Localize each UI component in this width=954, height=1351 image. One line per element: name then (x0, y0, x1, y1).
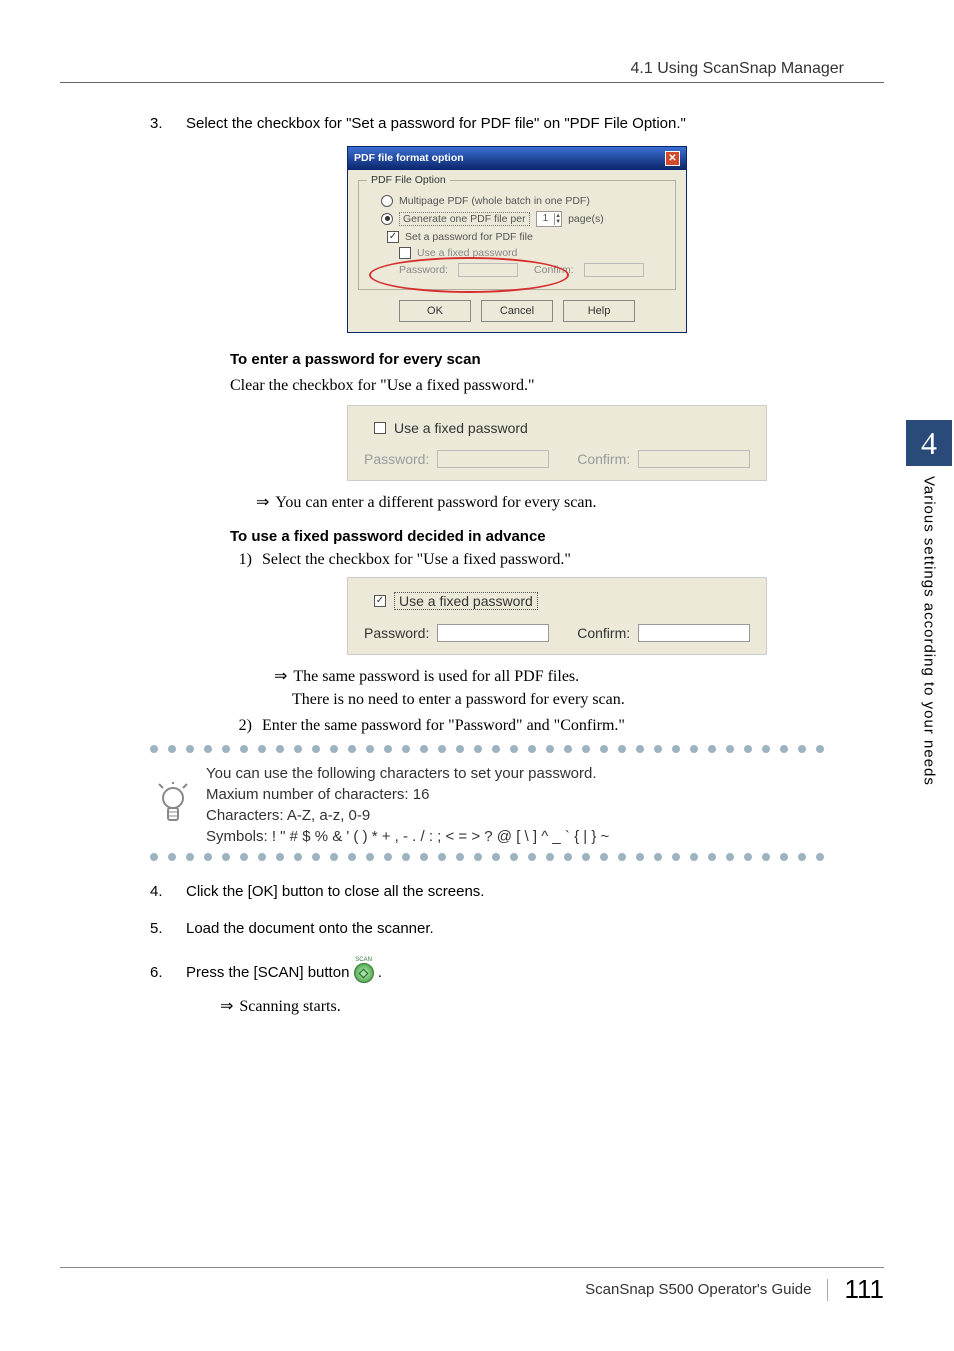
footer-guide-title: ScanSnap S500 Operator's Guide (585, 1281, 811, 1298)
sub2-result1: The same password is used for all PDF fi… (274, 665, 884, 688)
step-3-number: 3. (150, 113, 172, 136)
step-6-result: Scanning starts. (220, 995, 884, 1018)
radio-generate-per[interactable] (381, 213, 393, 225)
dialog-titlebar: PDF file format option ✕ (348, 147, 686, 170)
sub1-heading: To enter a password for every scan (230, 351, 884, 368)
checkbox-use-fixed[interactable] (399, 247, 411, 259)
help-button[interactable]: Help (563, 300, 635, 322)
sub2-step1-text: Select the checkbox for "Use a fixed pas… (262, 551, 884, 569)
step-4-number: 4. (150, 881, 172, 904)
sub2-confirm-field[interactable] (638, 624, 750, 642)
pages-spinner[interactable]: 1 ▲▼ (536, 211, 563, 227)
step-5-text: Load the document onto the scanner. (186, 918, 884, 941)
pages-value: 1 (537, 213, 555, 224)
dot-row-top (150, 745, 884, 753)
sub2-result2: There is no need to enter a password for… (292, 688, 884, 711)
tip-line2: Maxium number of characters: 16 (206, 784, 609, 805)
lightbulb-icon (154, 781, 192, 829)
chapter-number-badge: 4 (906, 420, 952, 466)
sub1-confirm-field[interactable] (638, 450, 750, 468)
sub1-result: You can enter a different password for e… (256, 491, 884, 514)
sub2-checkbox[interactable] (374, 595, 386, 607)
sub1-line: Clear the checkbox for "Use a fixed pass… (230, 374, 884, 397)
footer-page-number: 111 (844, 1274, 884, 1305)
sub1-confirm-label: Confirm: (577, 451, 630, 467)
radio-multipage[interactable] (381, 195, 393, 207)
radio-generate-per-label: Generate one PDF file per (399, 212, 530, 226)
sub2-panel: Use a fixed password Password: Confirm: (347, 577, 767, 655)
fieldset-legend: PDF File Option (367, 174, 450, 186)
sub1-panel: Use a fixed password Password: Confirm: (347, 405, 767, 481)
chapter-title-vertical: Various settings according to your needs (921, 476, 938, 786)
footer-divider (827, 1279, 828, 1301)
step-5-number: 5. (150, 918, 172, 941)
sub2-checkbox-label: Use a fixed password (394, 592, 538, 610)
pages-unit: page(s) (568, 213, 604, 225)
cancel-button[interactable]: Cancel (481, 300, 553, 322)
sub2-step1-num: 1) (230, 551, 252, 569)
step-6-number: 6. (150, 962, 172, 985)
sub2-step2-num: 2) (230, 717, 252, 735)
sub2-heading: To use a fixed password decided in advan… (230, 528, 884, 545)
checkbox-set-password[interactable] (387, 231, 399, 243)
sub1-checkbox-label: Use a fixed password (394, 420, 528, 436)
callout-ellipse (369, 257, 569, 293)
sub1-checkbox[interactable] (374, 422, 386, 434)
pdf-options-dialog: PDF file format option ✕ PDF File Option… (347, 146, 687, 333)
checkbox-set-password-label: Set a password for PDF file (405, 231, 533, 243)
scan-button-icon (354, 963, 374, 983)
step-6-text: Press the [SCAN] button . (186, 962, 884, 985)
chapter-side-tab: 4 Various settings according to your nee… (904, 420, 954, 940)
tip-line4: Symbols: ! " # $ % & ' ( ) * + , - . / :… (206, 826, 609, 847)
ok-button[interactable]: OK (399, 300, 471, 322)
sub2-confirm-label: Confirm: (577, 625, 630, 641)
tip-line1: You can use the following characters to … (206, 763, 609, 784)
footer-rule (60, 1267, 884, 1268)
dialog-title: PDF file format option (354, 152, 464, 164)
sub2-pw-label: Password: (364, 625, 429, 641)
tip-line3: Characters: A-Z, a-z, 0-9 (206, 805, 609, 826)
header-section-title: 4.1 Using ScanSnap Manager (60, 60, 884, 78)
confirm-field[interactable] (584, 263, 644, 277)
step-4-text: Click the [OK] button to close all the s… (186, 881, 884, 904)
dot-row-bottom (150, 853, 884, 861)
sub1-pw-field[interactable] (437, 450, 549, 468)
sub2-step2-text: Enter the same password for "Password" a… (262, 717, 884, 735)
radio-multipage-label: Multipage PDF (whole batch in one PDF) (399, 195, 590, 207)
close-icon[interactable]: ✕ (665, 151, 680, 166)
sub2-pw-field[interactable] (437, 624, 549, 642)
step-3-text: Select the checkbox for "Set a password … (186, 113, 884, 136)
sub1-pw-label: Password: (364, 451, 429, 467)
